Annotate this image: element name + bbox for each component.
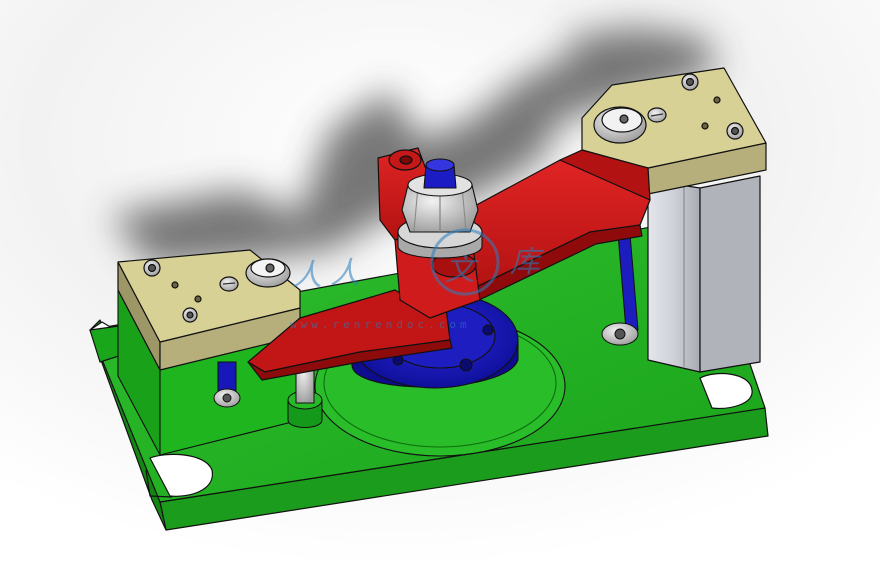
left-post (213, 361, 241, 408)
cad-viewport: 人人文库 www.renrendoc.com (0, 0, 880, 567)
fixture-model: 人人文库 www.renrendoc.com (0, 0, 880, 567)
watermark-url-text: www.renrendoc.com (290, 318, 471, 331)
right-column (647, 175, 761, 373)
